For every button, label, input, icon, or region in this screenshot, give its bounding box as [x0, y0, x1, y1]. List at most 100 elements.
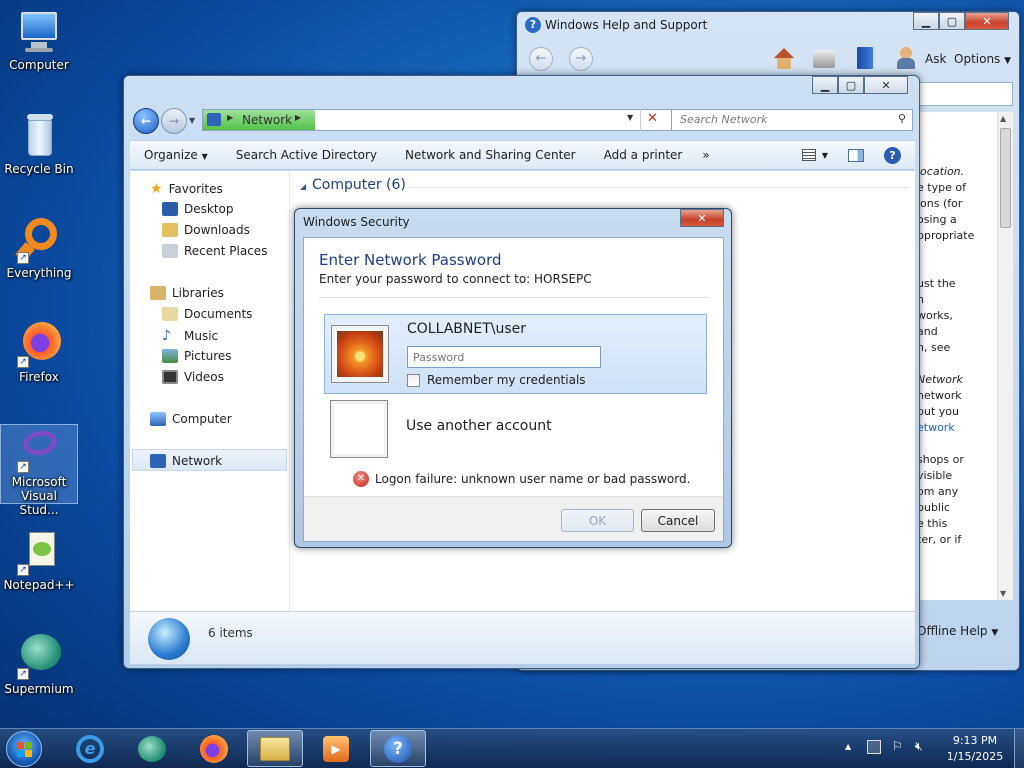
navigation-pane: ★ Favorites Desktop Downloads Recent Plac…: [130, 171, 290, 611]
help-text-line: e this: [917, 517, 948, 530]
nav-item-pictures[interactable]: Pictures: [162, 349, 232, 363]
network-tray-icon[interactable]: [867, 740, 881, 754]
password-input[interactable]: [407, 346, 601, 368]
desktop-icon-everything[interactable]: ↗ Everything: [0, 216, 78, 280]
scrollbar-thumb[interactable]: [1000, 128, 1011, 228]
nav-label: Network: [172, 454, 223, 468]
help-icon[interactable]: ?: [884, 146, 901, 164]
search-input[interactable]: Search Network ⚲: [671, 109, 913, 131]
taskbar-windows-explorer[interactable]: [247, 730, 303, 767]
nav-item-documents[interactable]: Documents: [162, 307, 252, 321]
shortcut-arrow-icon: ↗: [17, 252, 29, 264]
downloads-folder-icon: [162, 223, 178, 237]
dialog-body: Enter Network Password Enter your passwo…: [303, 237, 724, 542]
help-text-line: shops or: [917, 453, 964, 466]
options-label: Options: [954, 52, 1001, 66]
help-text-line: Network: [917, 373, 963, 386]
help-window-title: Windows Help and Support: [545, 18, 708, 32]
scroll-up-icon[interactable]: ▲: [1000, 114, 1006, 123]
print-icon[interactable]: [813, 50, 835, 68]
taskbar-internet-explorer[interactable]: e: [62, 730, 118, 767]
preview-pane-icon[interactable]: [848, 148, 864, 162]
minimize-icon: ▁: [820, 78, 830, 92]
organize-button[interactable]: Organize ▼: [130, 148, 222, 162]
help-text-line: [917, 356, 997, 372]
taskbar-media-player[interactable]: ▶: [308, 730, 364, 767]
help-text-line: ter, or if: [917, 533, 962, 546]
nav-item-computer[interactable]: Computer: [150, 412, 232, 426]
close-button[interactable]: ✕: [864, 76, 908, 94]
collapse-group-icon[interactable]: ◢: [300, 182, 306, 191]
nav-label: Downloads: [184, 223, 250, 237]
nav-item-favorites[interactable]: ★ Favorites: [150, 181, 223, 197]
group-header-computer[interactable]: Computer (6): [312, 177, 406, 193]
back-button[interactable]: ←: [529, 47, 553, 71]
home-icon[interactable]: [773, 48, 795, 70]
nav-item-libraries[interactable]: Libraries: [150, 286, 224, 300]
breadcrumb-network[interactable]: Network: [242, 113, 292, 127]
help-text-line: n, see: [917, 341, 951, 354]
maximize-button[interactable]: ▢: [838, 76, 864, 94]
libraries-icon: [150, 286, 166, 300]
desktop-icon-visual-studio[interactable]: ↗ Microsoft Visual Stud...: [0, 424, 78, 517]
recent-pages-dropdown[interactable]: ▼: [189, 116, 195, 125]
desktop-icon-firefox[interactable]: ↗ Firefox: [0, 320, 78, 384]
organize-label: Organize: [144, 148, 198, 162]
scroll-down-icon[interactable]: ▼: [1000, 589, 1006, 598]
details-pane: 6 items: [130, 611, 915, 664]
dialog-heading: Enter Network Password: [319, 251, 502, 269]
browse-help-icon[interactable]: [857, 47, 873, 69]
nav-item-desktop[interactable]: Desktop: [162, 202, 234, 216]
address-dropdown-icon[interactable]: ▼: [627, 113, 633, 122]
pictures-icon: [162, 349, 178, 363]
offline-help-button[interactable]: Offline Help ▼: [917, 624, 998, 638]
volume-muted-icon[interactable]: 🔇︎: [915, 739, 923, 754]
desktop-icon-supermium[interactable]: ↗ Supermium: [0, 632, 78, 696]
nav-item-downloads[interactable]: Downloads: [162, 223, 250, 237]
forward-arrow-icon: →: [168, 114, 180, 128]
help-scrollbar[interactable]: ▲ ▼: [997, 112, 1013, 600]
network-sharing-center-button[interactable]: Network and Sharing Center: [391, 148, 590, 162]
credential-tile-other-account[interactable]: Use another account: [324, 398, 707, 462]
show-hidden-icons-button[interactable]: ▲: [845, 742, 851, 751]
view-options-icon[interactable]: [801, 149, 816, 161]
minimize-button[interactable]: ▁: [812, 76, 838, 94]
close-button[interactable]: ✕: [680, 209, 724, 227]
forward-button[interactable]: →: [569, 47, 593, 71]
forward-button[interactable]: →: [161, 108, 187, 134]
minimize-icon: ▁: [921, 14, 931, 28]
desktop-icon-notepad-plus-plus[interactable]: ↗ Notepad++: [0, 528, 78, 592]
back-button[interactable]: ←: [133, 108, 159, 134]
help-text-line: location.: [917, 165, 965, 178]
nav-item-recent-places[interactable]: Recent Places: [162, 244, 267, 258]
stop-button[interactable]: ✕: [640, 109, 664, 131]
help-text-line: public: [917, 501, 951, 514]
ask-button[interactable]: Ask: [925, 52, 946, 66]
desktop-icon-recycle-bin[interactable]: Recycle Bin: [0, 112, 78, 176]
cancel-button[interactable]: Cancel: [641, 509, 715, 532]
more-commands-button[interactable]: »: [696, 148, 715, 162]
remember-credentials-label[interactable]: Remember my credentials: [427, 373, 586, 387]
nav-item-network[interactable]: Network: [150, 454, 222, 468]
action-center-flag-icon[interactable]: ⚐: [892, 739, 903, 753]
remember-credentials-checkbox[interactable]: [407, 374, 420, 387]
desktop-icon-computer[interactable]: Computer: [0, 8, 78, 72]
show-desktop-button[interactable]: [1014, 729, 1024, 768]
close-button[interactable]: ✕: [965, 12, 1009, 30]
taskbar-firefox[interactable]: [186, 730, 242, 767]
options-button[interactable]: Options ▼: [954, 52, 1011, 66]
view-dropdown-icon[interactable]: ▼: [822, 151, 828, 160]
taskbar-supermium[interactable]: [124, 730, 180, 767]
maximize-button[interactable]: ▢: [939, 12, 965, 30]
start-button[interactable]: [6, 731, 42, 767]
clock[interactable]: 9:13 PM 1/15/2025: [940, 733, 1010, 765]
nav-item-videos[interactable]: Videos: [162, 370, 224, 384]
credential-tile-collabnet[interactable]: COLLABNET\user Remember my credentials: [324, 314, 707, 394]
add-printer-button[interactable]: Add a printer: [590, 148, 697, 162]
taskbar-help-and-support[interactable]: ?: [370, 730, 426, 767]
search-active-directory-button[interactable]: Search Active Directory: [222, 148, 391, 162]
nav-item-music[interactable]: ♪ Music: [162, 328, 218, 344]
minimize-button[interactable]: ▁: [913, 12, 939, 30]
ok-button[interactable]: OK: [561, 509, 634, 532]
documents-icon: [162, 307, 178, 321]
